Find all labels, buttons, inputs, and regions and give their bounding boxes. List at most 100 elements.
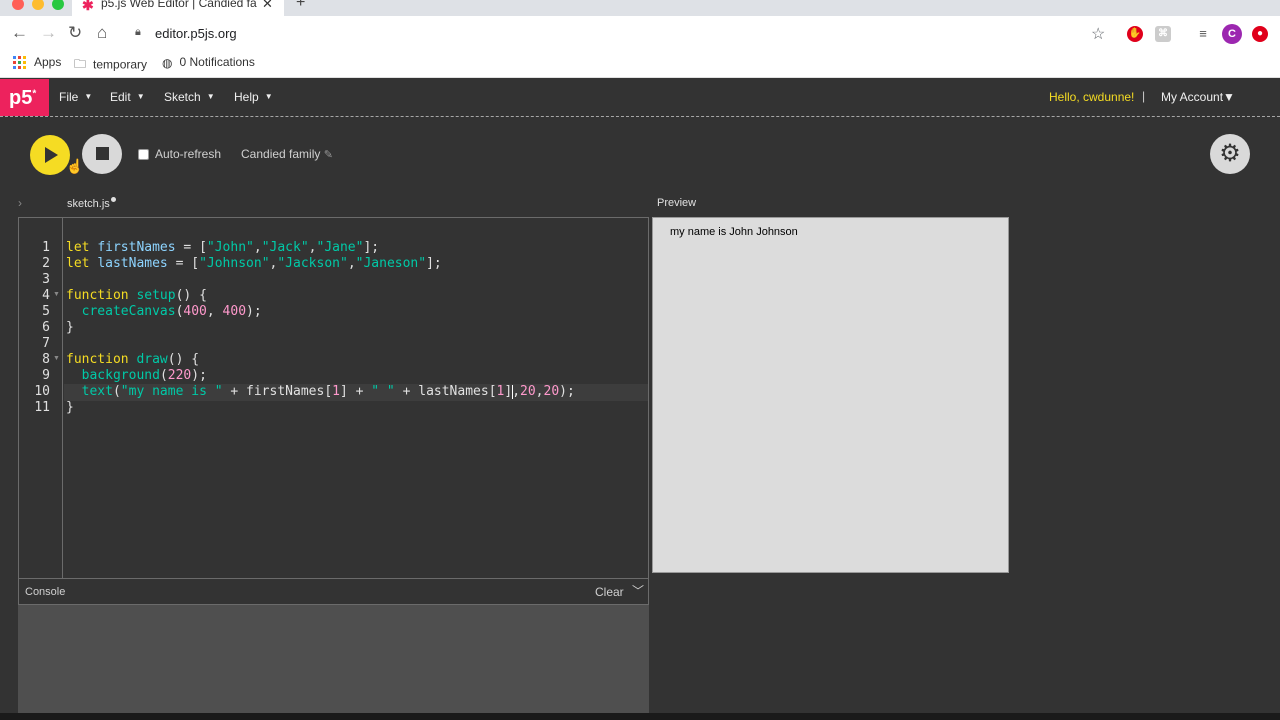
- preview-label: Preview: [657, 197, 697, 209]
- fold-arrow-icon[interactable]: ▼: [53, 291, 60, 298]
- lock-icon: 🔒︎: [135, 26, 141, 38]
- play-button[interactable]: [30, 135, 70, 175]
- menu-sketch[interactable]: Sketch ▼: [164, 90, 215, 104]
- home-icon[interactable]: ⌂: [97, 23, 107, 43]
- line-number: 5: [42, 304, 50, 319]
- sidebar-expand-chevron-icon[interactable]: ›: [18, 196, 22, 210]
- line-number: 1: [42, 240, 50, 255]
- menu-label: File: [59, 90, 79, 104]
- reload-icon[interactable]: ↻: [68, 23, 82, 43]
- new-tab-button[interactable]: +: [296, 0, 305, 12]
- settings-gear-icon[interactable]: ⚙: [1210, 134, 1250, 174]
- apps-grid-icon: [13, 56, 26, 70]
- console-clear-button[interactable]: Clear: [595, 585, 624, 599]
- code-line[interactable]: function draw() {: [66, 352, 199, 367]
- extension-icon[interactable]: ⌘: [1155, 26, 1171, 42]
- p5-logo[interactable]: p5*: [0, 79, 49, 116]
- code-line[interactable]: }: [66, 400, 74, 415]
- line-number: 9: [42, 368, 50, 383]
- close-window-icon[interactable]: [12, 0, 24, 10]
- address-bar[interactable]: 🔒︎ editor.p5js.org ☆: [126, 20, 1126, 48]
- sketch-name-button[interactable]: Candied family ✎: [241, 147, 333, 161]
- bottom-edge: [0, 713, 1280, 720]
- folder-icon: 🗀: [74, 57, 87, 71]
- code-line[interactable]: let lastNames = ["Johnson","Jackson","Ja…: [66, 256, 442, 271]
- browser-tab[interactable]: ✱ p5.js Web Editor | Candied family ✕: [72, 0, 284, 16]
- auto-refresh-label: Auto-refresh: [155, 147, 222, 161]
- text-cursor: [512, 385, 513, 399]
- caret-down-icon: ▼: [264, 92, 273, 101]
- globe-icon: ◍: [162, 55, 173, 70]
- line-number: 8: [42, 352, 50, 367]
- console-output: [18, 605, 649, 713]
- maximize-window-icon[interactable]: [52, 0, 64, 10]
- line-number: 10: [34, 384, 50, 399]
- editor-nav-bar: p5* File ▼ Edit ▼ Sketch ▼ Help ▼ Hello, cwd…: [0, 79, 1280, 117]
- code-line[interactable]: text("my name is " + firstNames[1] + " "…: [66, 384, 575, 399]
- file-name: sketch.js: [67, 198, 110, 210]
- line-number: 7: [42, 336, 50, 351]
- tab-close-icon[interactable]: ✕: [262, 0, 273, 12]
- code-line[interactable]: }: [66, 320, 74, 335]
- minimize-window-icon[interactable]: [32, 0, 44, 10]
- console-title: Console: [25, 586, 66, 598]
- back-icon[interactable]: ←: [11, 23, 28, 43]
- line-number: 6: [42, 320, 50, 335]
- menu-label: Help: [234, 90, 259, 104]
- bookmark-label: temporary: [93, 57, 148, 72]
- unsaved-dot-icon: [110, 197, 116, 202]
- bookmarks-bar: Apps 🗀 temporary ◍ 0 Notifications: [0, 50, 1280, 78]
- browser-tab-bar: ✱ p5.js Web Editor | Candied family ✕ +: [0, 0, 1280, 16]
- reading-list-icon[interactable]: ≡: [1195, 26, 1211, 42]
- bookmark-label: Apps: [34, 55, 62, 69]
- menu-edit[interactable]: Edit ▼: [110, 90, 145, 104]
- menu-label: Edit: [110, 90, 131, 104]
- caret-down-icon: ▼: [84, 92, 93, 101]
- tab-title: p5.js Web Editor | Candied family: [101, 0, 257, 10]
- line-number: 2: [42, 256, 50, 271]
- sketch-name: Candied family: [241, 147, 321, 161]
- adblock-extension-icon[interactable]: ✋: [1127, 26, 1143, 42]
- line-number: 11: [34, 400, 50, 415]
- pencil-icon: ✎: [323, 149, 333, 161]
- account-label: My Account: [1161, 90, 1224, 104]
- stop-button[interactable]: [82, 134, 122, 174]
- chevron-down-icon[interactable]: ﹀: [632, 582, 644, 599]
- url-text[interactable]: editor.p5js.org: [155, 26, 237, 41]
- caret-down-icon: ▼: [136, 92, 145, 101]
- user-greeting: Hello, cwdunne!: [1049, 90, 1135, 104]
- bookmark-label: 0 Notifications: [179, 55, 255, 69]
- browser-toolbar: ← → ↻ ⌂ 🔒︎ editor.p5js.org ☆ ✋ ⌘ ≡ C ●: [0, 16, 1280, 50]
- code-line[interactable]: createCanvas(400, 400);: [66, 304, 262, 319]
- menu-file[interactable]: File ▼: [59, 90, 92, 104]
- bookmark-notifications[interactable]: ◍ 0 Notifications: [162, 55, 255, 70]
- p5-favicon-icon: ✱: [82, 0, 94, 13]
- bookmark-temporary[interactable]: 🗀 temporary: [74, 55, 147, 76]
- mouse-pointer-icon: ☝: [66, 158, 84, 174]
- menu-label: Sketch: [164, 90, 201, 104]
- code-line[interactable]: background(220);: [66, 368, 207, 383]
- forward-icon[interactable]: →: [40, 23, 57, 43]
- preview-output-text: my name is John Johnson: [670, 226, 798, 238]
- file-tab-sketch-js[interactable]: sketch.js: [67, 197, 116, 210]
- nav-separator: |: [1142, 89, 1146, 103]
- my-account-menu[interactable]: My Account▼: [1161, 90, 1235, 104]
- caret-down-icon: ▼: [1223, 90, 1235, 104]
- fold-arrow-icon[interactable]: ▼: [53, 355, 60, 362]
- menu-help[interactable]: Help ▼: [234, 90, 273, 104]
- bookmark-star-icon[interactable]: ☆: [1091, 24, 1105, 44]
- caret-down-icon: ▼: [206, 92, 215, 101]
- code-line[interactable]: function setup() {: [66, 288, 207, 303]
- line-number-gutter: 1 2 3 4 ▼ 5 6 7 8 ▼ 9 10 11: [19, 218, 63, 578]
- extension-red-icon[interactable]: ●: [1252, 26, 1268, 42]
- auto-refresh-checkbox[interactable]: [138, 149, 149, 160]
- code-line[interactable]: let firstNames = ["John","Jack","Jane"];: [66, 240, 379, 255]
- logo-asterisk: *: [32, 88, 37, 100]
- line-number: 3: [42, 272, 50, 287]
- preview-canvas[interactable]: my name is John Johnson: [652, 217, 1009, 573]
- logo-text: p5: [9, 87, 33, 109]
- code-editor[interactable]: 1 2 3 4 ▼ 5 6 7 8 ▼ 9 10 11 let firstNam…: [18, 217, 649, 579]
- line-number: 4: [42, 288, 50, 303]
- bookmark-apps[interactable]: Apps: [13, 55, 62, 70]
- profile-avatar[interactable]: C: [1222, 24, 1242, 44]
